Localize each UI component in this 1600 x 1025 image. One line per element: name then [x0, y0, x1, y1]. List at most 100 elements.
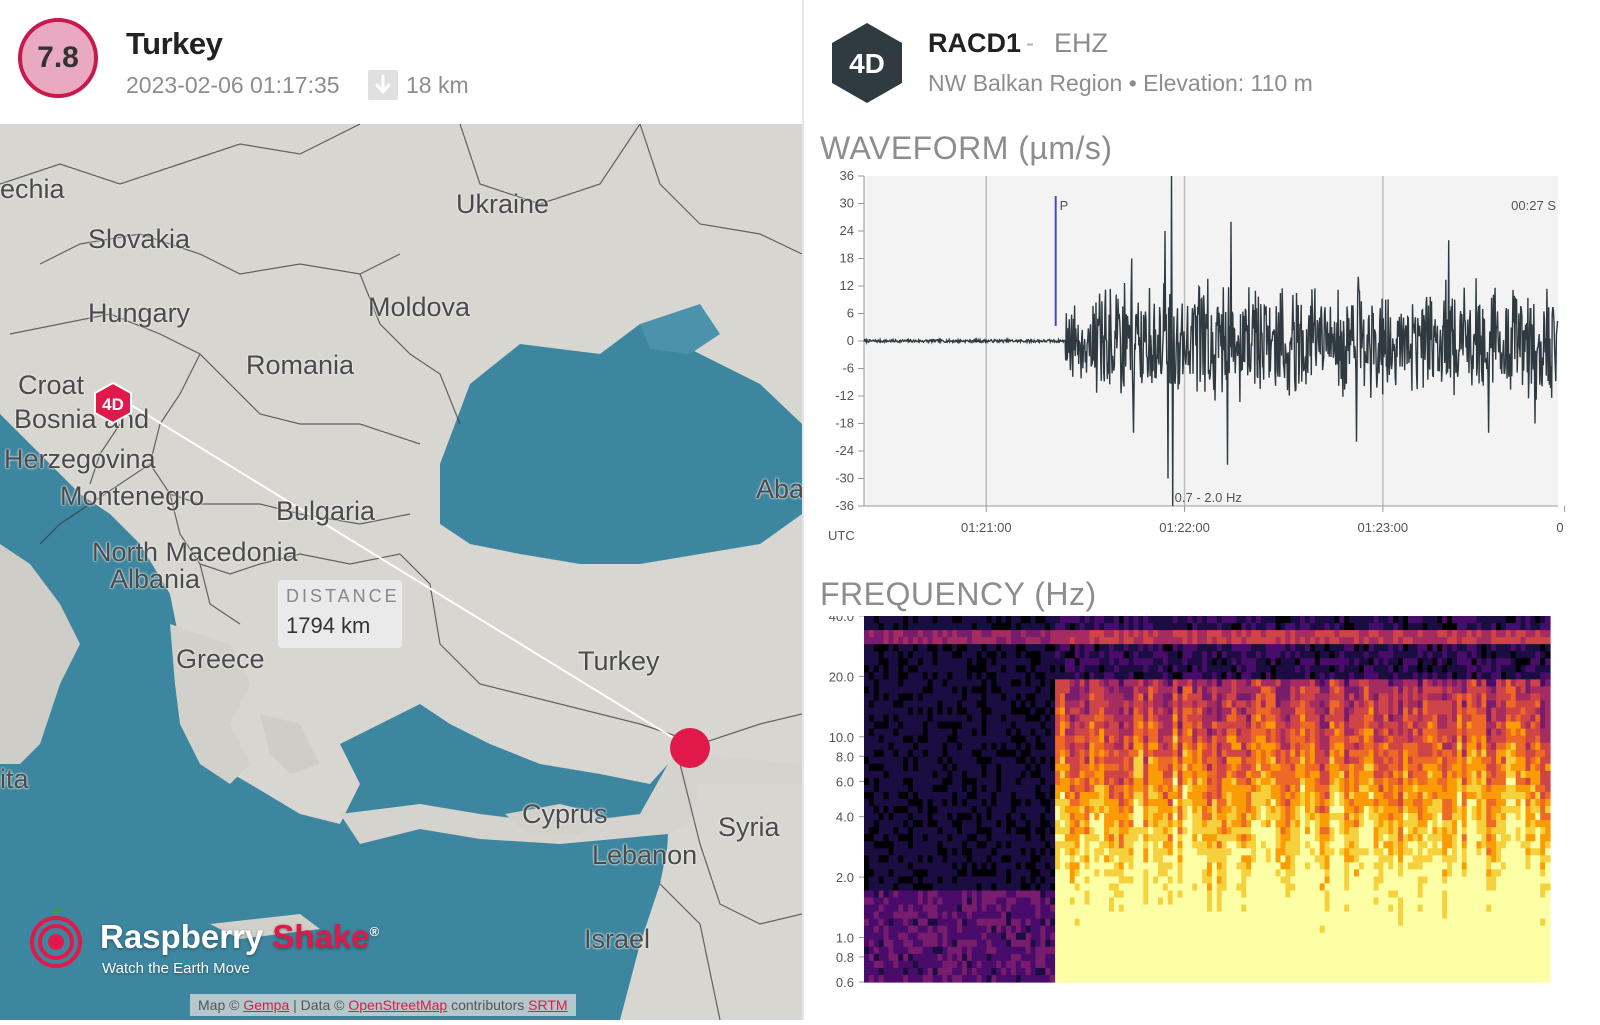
- spectrogram-cell: [1261, 658, 1267, 666]
- spectrogram-cell: [1153, 764, 1159, 772]
- spectrogram-cell: [1094, 729, 1100, 737]
- spectrogram-cell: [1192, 975, 1198, 983]
- spectrogram-cell: [1290, 623, 1296, 631]
- spectrogram-cell: [1192, 757, 1198, 765]
- spectrogram-cell: [1060, 933, 1066, 941]
- waveform-y-tick-label: 18: [840, 251, 854, 266]
- spectrogram-cell: [928, 806, 934, 814]
- spectrogram-cell: [1173, 644, 1179, 652]
- spectrogram-cell: [1094, 722, 1100, 730]
- spectrogram-cell: [1290, 771, 1296, 779]
- spectrogram-cell: [962, 630, 968, 638]
- spectrogram-cell: [977, 975, 983, 983]
- spectrogram-cell: [1251, 672, 1257, 680]
- spectrogram-cell: [977, 898, 983, 906]
- spectrogram-cell: [972, 623, 978, 631]
- spectrogram-cell: [1011, 891, 1017, 899]
- spectrogram-cell: [1055, 912, 1061, 920]
- spectrogram-cell: [1320, 743, 1326, 751]
- spectrogram-cell: [1241, 806, 1247, 814]
- spectrogram-cell: [1129, 708, 1135, 716]
- spectrogram-cell: [923, 665, 929, 673]
- epicenter-marker[interactable]: [670, 728, 710, 768]
- spectrogram-cell: [1192, 827, 1198, 835]
- spectrogram-chart[interactable]: 40.020.010.08.06.04.02.01.00.80.6: [804, 616, 1600, 1020]
- spectrogram-cell: [1256, 799, 1262, 807]
- spectrogram-cell: [1236, 630, 1242, 638]
- spectrogram-cell: [918, 806, 924, 814]
- spectrogram-cell: [982, 813, 988, 821]
- spectrogram-cell: [1276, 869, 1282, 877]
- spectrogram-cell: [982, 947, 988, 955]
- spectrogram-cell: [1261, 708, 1267, 716]
- spectrogram-cell: [1276, 623, 1282, 631]
- spectrogram-cell: [1065, 630, 1071, 638]
- spectrogram-cell: [874, 869, 880, 877]
- waveform-x-tick-label: 01:22:00: [1159, 520, 1210, 535]
- spectrogram-cell: [1045, 757, 1051, 765]
- spectrogram-cell: [1276, 883, 1282, 891]
- spectrogram-cell: [1246, 771, 1252, 779]
- spectrogram-cell: [879, 954, 885, 962]
- spectrogram-cell: [1065, 771, 1071, 779]
- spectrogram-cell: [1305, 919, 1311, 927]
- spectrogram-cell: [1276, 637, 1282, 645]
- spectrogram-cell: [893, 975, 899, 983]
- spectrogram-cell: [1187, 630, 1193, 638]
- spectrogram-cell: [1045, 708, 1051, 716]
- spectrogram-cell: [1026, 933, 1032, 941]
- waveform-chart[interactable]: 01:21:0001:22:0001:23:000UTC363024181260…: [804, 170, 1600, 560]
- spectrogram-cell: [1315, 926, 1321, 934]
- spectrogram-cell: [1070, 651, 1076, 659]
- spectrogram-cell: [1207, 926, 1213, 934]
- spectrogram-cell: [1158, 933, 1164, 941]
- spectrogram-cell: [903, 820, 909, 828]
- spectrogram-cell: [952, 616, 958, 624]
- spectrogram-cell: [893, 940, 899, 948]
- spectrogram-cell: [1040, 968, 1046, 976]
- spectrogram-cell: [1320, 933, 1326, 941]
- spectrogram-cell: [1256, 792, 1262, 800]
- spectrogram-cell: [1045, 883, 1051, 891]
- spectrogram-cell: [908, 827, 914, 835]
- spectrogram-cell: [1153, 792, 1159, 800]
- openstreetmap-link[interactable]: OpenStreetMap: [348, 997, 447, 1013]
- spectrogram-cell: [1021, 743, 1027, 751]
- spectrogram-cell: [1315, 820, 1321, 828]
- map[interactable]: echia Slovakia Ukraine Hungary Moldova R…: [0, 124, 802, 1020]
- spectrogram-cell: [1212, 855, 1218, 863]
- gempa-link[interactable]: Gempa: [243, 997, 289, 1013]
- spectrogram-cell: [1281, 651, 1287, 659]
- spectrogram-cell: [884, 933, 890, 941]
- spectrogram-cell: [1065, 954, 1071, 962]
- spectrogram-cell: [957, 771, 963, 779]
- spectrogram-cell: [1212, 947, 1218, 955]
- spectrogram-cell: [1315, 806, 1321, 814]
- spectrogram-cell: [1187, 933, 1193, 941]
- spectrogram-cell: [1305, 778, 1311, 786]
- spectrogram-cell: [1148, 729, 1154, 737]
- spectrogram-cell: [884, 947, 890, 955]
- spectrogram-cell: [1197, 820, 1203, 828]
- spectrogram-cell: [1276, 961, 1282, 969]
- spectrogram-cell: [1285, 961, 1291, 969]
- spectrogram-cell: [1310, 644, 1316, 652]
- spectrogram-cell: [879, 637, 885, 645]
- spectrogram-cell: [1134, 855, 1140, 863]
- spectrogram-cell: [1050, 757, 1056, 765]
- spectrogram-cell: [1001, 651, 1007, 659]
- spectrogram-cell: [1197, 750, 1203, 758]
- spectrogram-cell: [933, 665, 939, 673]
- spectrogram-cell: [879, 651, 885, 659]
- spectrogram-cell: [1173, 729, 1179, 737]
- spectrogram-cell: [1104, 848, 1110, 856]
- spectrogram-cell: [1045, 891, 1051, 899]
- spectrogram-cell: [1134, 827, 1140, 835]
- waveform-x-tick-label: 01:23:00: [1358, 520, 1409, 535]
- srtm-link[interactable]: SRTM: [528, 997, 567, 1013]
- spectrogram-cell: [1246, 715, 1252, 723]
- spectrogram-cell: [1305, 827, 1311, 835]
- station-marker[interactable]: 4D: [92, 381, 134, 425]
- spectrogram-cell: [962, 862, 968, 870]
- spectrogram-cell: [1060, 919, 1066, 927]
